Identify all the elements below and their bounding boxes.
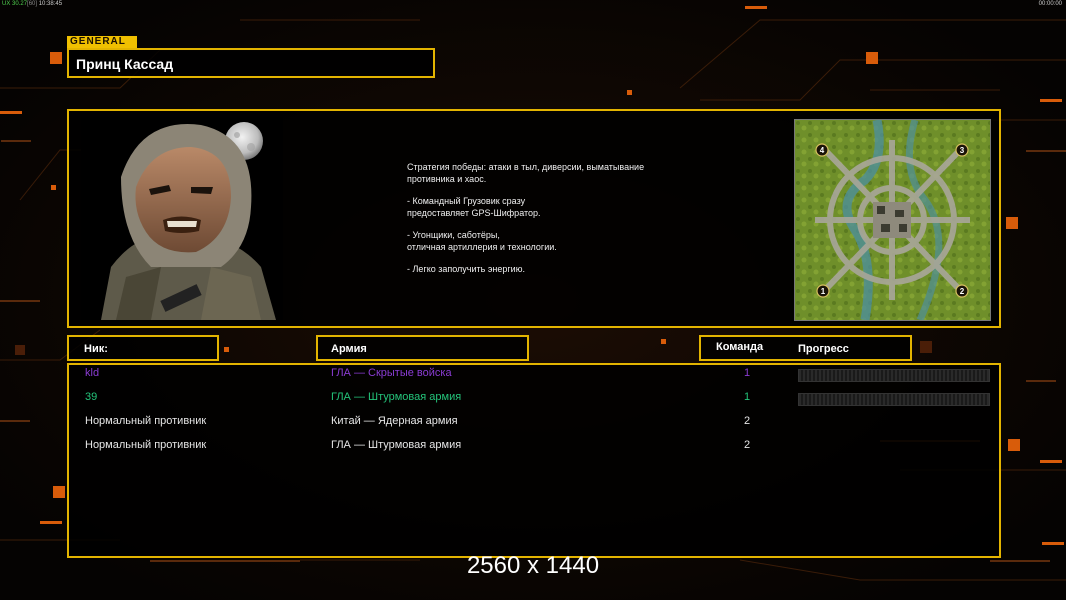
team-header-label: Команда bbox=[716, 341, 764, 353]
progress-header-label: Прогресс bbox=[798, 343, 849, 355]
player-row[interactable]: Нормальный противник ГЛА — Штурмовая арми… bbox=[0, 439, 1066, 459]
general-tag: GENERAL bbox=[67, 36, 137, 48]
general-description: Стратегия победы: атаки в тыл, диверсии,… bbox=[407, 162, 707, 287]
start-position-label: 4 bbox=[820, 146, 825, 155]
player-nick: Нормальный противник bbox=[85, 439, 207, 451]
player-nick: Нормальный противник bbox=[85, 415, 207, 427]
description-line: - Легко заполучить энергию. bbox=[407, 264, 525, 274]
general-name: Принц Кассад bbox=[76, 56, 174, 72]
description-line: - Угонщики, саботёры, отличная артиллери… bbox=[407, 230, 557, 252]
description-line: Стратегия победы: атаки в тыл, диверсии,… bbox=[407, 162, 645, 184]
fps-value: 30.27 bbox=[12, 1, 28, 7]
player-team: 1 bbox=[744, 367, 751, 379]
nick-header-label: Ник: bbox=[84, 343, 108, 355]
clock-left: 10:38:45 bbox=[38, 1, 63, 7]
resolution-label: 2560 x 1440 bbox=[466, 552, 600, 579]
player-row[interactable]: 39 ГЛА — Штурмовая армия 1 bbox=[0, 391, 1066, 411]
team-progress-column-header: Команда Прогресс bbox=[699, 335, 912, 361]
general-portrait bbox=[81, 117, 283, 320]
player-army: ГЛА — Штурмовая армия bbox=[331, 391, 462, 403]
fps-label: UX bbox=[2, 1, 11, 7]
army-header-label: Армия bbox=[331, 343, 367, 355]
description-line: - Командный Грузовик сразу предоставляет… bbox=[407, 196, 541, 218]
player-army: Китай — Ядерная армия bbox=[331, 415, 458, 427]
army-column-header: Армия bbox=[316, 335, 529, 361]
loading-progress-bar bbox=[798, 393, 990, 406]
start-position-label: 2 bbox=[960, 287, 965, 296]
portrait-image bbox=[81, 117, 283, 320]
nick-column-header: Ник: bbox=[67, 335, 219, 361]
player-army: ГЛА — Штурмовая армия bbox=[331, 439, 462, 451]
player-row[interactable]: Нормальный противник Китай — Ядерная арми… bbox=[0, 415, 1066, 435]
fps-cap: [60] bbox=[27, 1, 38, 7]
player-army: ГЛА — Скрытые войска bbox=[331, 367, 452, 379]
player-team: 2 bbox=[744, 439, 751, 451]
player-team: 1 bbox=[744, 391, 751, 403]
loading-progress-bar bbox=[798, 369, 990, 382]
clock-right: 00:00:00 bbox=[1038, 1, 1062, 7]
status-bar: UX 30.27[60] 10:38:45 00:00:00 bbox=[0, 0, 1066, 8]
start-position-label: 3 bbox=[960, 146, 965, 155]
player-nick: 39 bbox=[85, 391, 98, 403]
general-name-box: Принц Кассад bbox=[67, 48, 435, 78]
player-team: 2 bbox=[744, 415, 751, 427]
player-row[interactable]: kld ГЛА — Скрытые войска 1 bbox=[0, 367, 1066, 387]
minimap-image: 4 3 1 2 bbox=[795, 118, 990, 322]
start-position-label: 1 bbox=[821, 287, 826, 296]
map-preview: 4 3 1 2 bbox=[794, 118, 991, 322]
player-nick: kld bbox=[85, 367, 100, 379]
